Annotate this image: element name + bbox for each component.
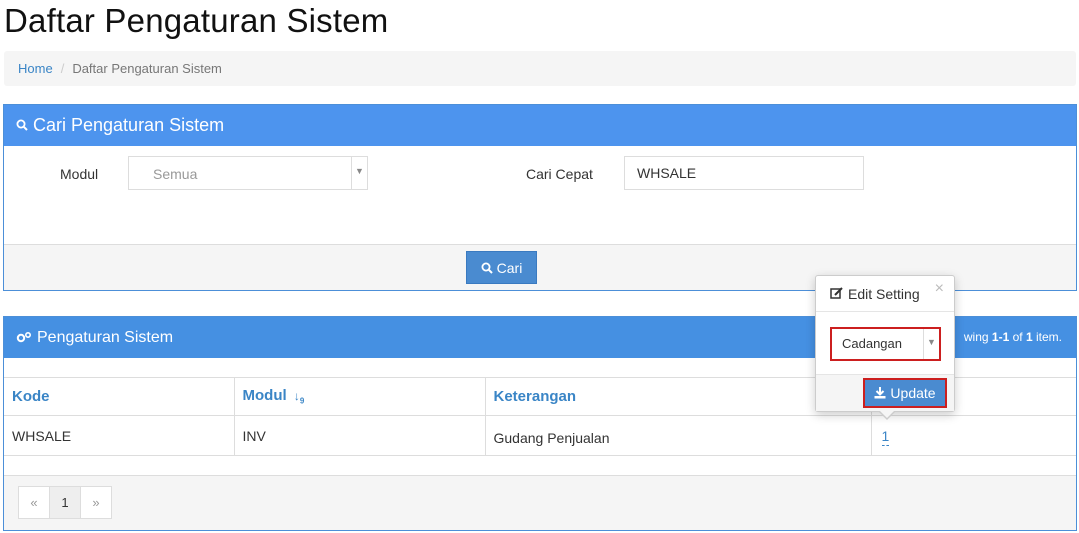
popover-footer: Update (816, 374, 954, 411)
popover-arrow (878, 410, 896, 420)
page-title: Daftar Pengaturan Sistem (4, 2, 389, 39)
pagination-bar: « 1 » (4, 475, 1076, 530)
column-modul-label: Modul (242, 387, 287, 405)
column-kode[interactable]: Kode (4, 377, 235, 416)
search-panel-header: Cari Pengaturan Sistem (4, 105, 1076, 146)
gears-icon (16, 330, 32, 346)
column-keterangan[interactable]: Keterangan (485, 377, 872, 416)
breadcrumb-current: Daftar Pengaturan Sistem (72, 61, 222, 76)
settings-list-title: Pengaturan Sistem (37, 328, 174, 346)
popover-title: Edit Setting (848, 285, 920, 302)
download-icon (874, 387, 886, 399)
update-button-label: Update (890, 385, 936, 401)
quick-search-label: Cari Cepat (526, 166, 593, 182)
modul-label: Modul (60, 166, 99, 182)
cell-modul: INV (234, 415, 486, 456)
cell-keterangan: Gudang Penjualan (485, 415, 872, 456)
search-button-label: Cari (496, 259, 523, 276)
summary-range: 1-1 (991, 330, 1010, 344)
search-button[interactable]: Cari (466, 251, 537, 284)
modul-select[interactable]: Semua ▼ (128, 156, 368, 190)
summary-total: 1 (1025, 330, 1033, 344)
table-row: WHSALE INV Gudang Penjualan 1 (4, 415, 1076, 456)
setting-value-selected: Cadangan (842, 336, 902, 351)
breadcrumb-home-link[interactable]: Home (18, 61, 53, 76)
pager-prev[interactable]: « (18, 486, 50, 519)
breadcrumb: Home / Daftar Pengaturan Sistem (4, 51, 1076, 86)
close-icon[interactable]: × (935, 280, 944, 298)
cell-kode: WHSALE (4, 415, 235, 456)
pager-next[interactable]: » (80, 486, 112, 519)
sort-numeric-icon: ↓9 (293, 389, 305, 406)
edit-icon (830, 287, 843, 300)
results-summary: wing 1-1 of 1 item. (964, 330, 1062, 344)
chevron-down-icon: ▼ (923, 329, 939, 359)
summary-prefix: wing (963, 330, 989, 344)
pager-page-1[interactable]: 1 (49, 486, 81, 519)
search-icon (16, 118, 28, 134)
popover-header: Edit Setting (816, 276, 954, 312)
pagination: « 1 » (18, 486, 112, 519)
search-panel-title: Cari Pengaturan Sistem (33, 115, 225, 135)
chevron-down-icon: ▼ (351, 157, 367, 189)
quick-search-input[interactable]: WHSALE (624, 156, 864, 190)
breadcrumb-separator: / (60, 61, 65, 76)
modul-select-value: Semua (153, 166, 198, 182)
search-icon (481, 262, 493, 274)
editable-value-link[interactable]: 1 (881, 427, 890, 446)
search-panel: Cari Pengaturan Sistem Modul Semua ▼ Car… (3, 104, 1077, 291)
column-modul[interactable]: Modul ↓9 (234, 377, 486, 416)
edit-setting-popover: Edit Setting × Cadangan ▼ Update (815, 275, 955, 420)
setting-value-select[interactable]: Cadangan ▼ (830, 327, 941, 361)
summary-suffix: item. (1035, 330, 1062, 344)
summary-of: of (1012, 330, 1023, 344)
update-button[interactable]: Update (863, 378, 947, 408)
